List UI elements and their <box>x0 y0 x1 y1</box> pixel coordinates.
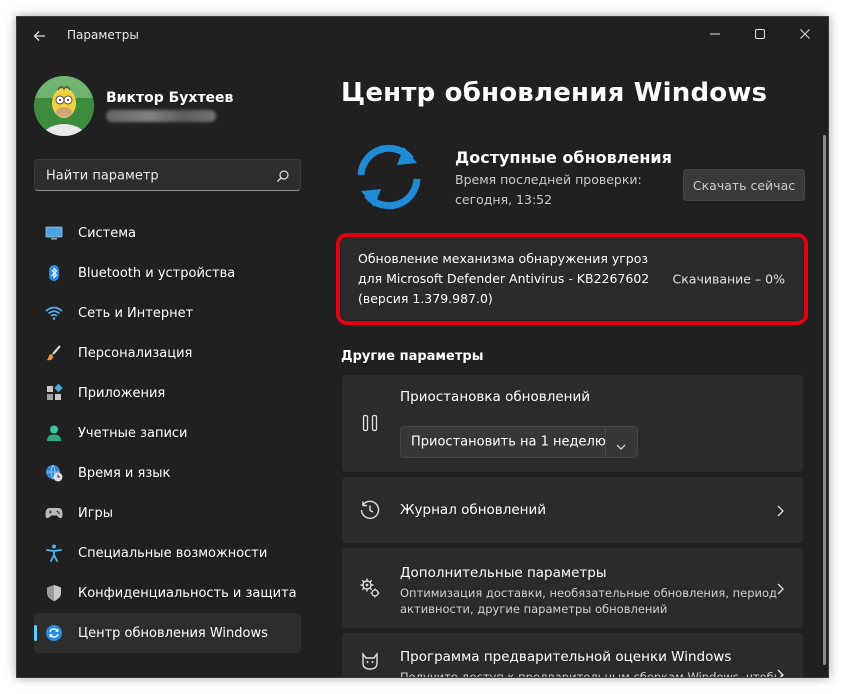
sidebar-item-label: Учетные записи <box>78 425 188 441</box>
sync-icon <box>349 141 429 213</box>
sidebar-item-label: Приложения <box>78 385 166 401</box>
sidebar-item-privacy[interactable]: Конфиденциальность и защита <box>34 573 301 613</box>
chevron-down-icon[interactable] <box>615 437 627 450</box>
sidebar-item-bluetooth[interactable]: Bluetooth и устройства <box>34 253 301 293</box>
last-check-label: Время последней проверки: <box>455 172 642 187</box>
page-title: Центр обновления Windows <box>341 78 768 108</box>
sidebar-item-label: Игры <box>78 505 114 521</box>
sidebar-item-personalization[interactable]: Персонализация <box>34 333 301 373</box>
windows-update-icon <box>45 624 63 642</box>
sidebar-item-time-language[interactable]: Время и язык <box>34 453 301 493</box>
sidebar-item-label: Сеть и Интернет <box>78 305 194 321</box>
globe-clock-icon <box>45 464 63 482</box>
avatar[interactable] <box>34 76 94 136</box>
bluetooth-icon <box>45 264 63 282</box>
title-bar: Параметры <box>17 17 828 53</box>
sidebar-item-label: Специальные возможности <box>78 545 268 561</box>
sidebar-item-windows-update[interactable]: Центр обновления Windows <box>34 613 301 653</box>
monitor-icon <box>45 224 63 242</box>
update-name-line-2: для Microsoft Defender Antivirus - KB226… <box>358 271 650 286</box>
sidebar-item-accounts[interactable]: Учетные записи <box>34 413 301 453</box>
sidebar-item-label: Конфиденциальность и защита <box>78 585 297 601</box>
sidebar-nav: Система Bluetooth и устройства Сеть и Ин… <box>34 213 301 653</box>
insider-cat-icon <box>358 649 382 673</box>
insider-program-card[interactable]: Программа предварительной оценки Windows… <box>342 633 803 678</box>
sidebar-item-label: Система <box>78 225 137 241</box>
sidebar-item-label: Bluetooth и устройства <box>78 265 236 281</box>
other-options-heading: Другие параметры <box>341 349 484 364</box>
pause-updates-card: Приостановка обновлений Приостановить на… <box>342 375 803 472</box>
sidebar-item-system[interactable]: Система <box>34 213 301 253</box>
accessibility-icon <box>45 544 63 562</box>
sidebar-item-network[interactable]: Сеть и Интернет <box>34 293 301 333</box>
sidebar-item-label: Время и язык <box>78 465 171 481</box>
shield-icon <box>45 584 63 602</box>
sidebar-item-label: Центр обновления Windows <box>78 625 268 641</box>
pause-duration-select[interactable]: Приостановить на 1 неделю <box>400 426 638 458</box>
update-item-card: Обновление механизма обнаружения угроз д… <box>336 233 808 325</box>
profile-email-blurred <box>106 110 216 122</box>
scrollbar[interactable] <box>823 135 826 665</box>
download-now-button[interactable]: Скачать сейчас <box>683 169 805 201</box>
search-input[interactable]: Найти параметр <box>34 159 301 191</box>
search-icon[interactable] <box>276 168 290 182</box>
last-check-value: сегодня, 13:52 <box>455 192 553 207</box>
window-title: Параметры <box>67 28 139 42</box>
pause-updates-title: Приостановка обновлений <box>400 389 591 405</box>
history-icon <box>358 498 382 522</box>
maximize-button[interactable] <box>737 17 782 51</box>
update-history-card[interactable]: Журнал обновлений <box>342 477 803 543</box>
chevron-right-icon <box>775 503 785 517</box>
sidebar-item-accessibility[interactable]: Специальные возможности <box>34 533 301 573</box>
close-button[interactable] <box>782 17 827 51</box>
chevron-right-icon <box>775 581 785 595</box>
sidebar-item-label: Персонализация <box>78 345 193 361</box>
update-download-status: Скачивание – 0% <box>672 271 786 287</box>
update-name-line-1: Обновление механизма обнаружения угроз <box>358 251 649 266</box>
chevron-right-icon <box>775 667 785 677</box>
insider-program-desc: Получите доступ к предварительным сборка… <box>400 670 783 678</box>
advanced-options-title: Дополнительные параметры <box>400 565 607 581</box>
person-icon <box>45 424 63 442</box>
update-name-line-3: (версия 1.379.987.0) <box>358 291 493 306</box>
wifi-icon <box>45 304 63 322</box>
gamepad-icon <box>45 504 63 522</box>
sidebar-item-gaming[interactable]: Игры <box>34 493 301 533</box>
pause-icon <box>358 411 382 435</box>
search-placeholder: Найти параметр <box>46 168 159 184</box>
insider-program-title: Программа предварительной оценки Windows <box>400 649 732 665</box>
minimize-button[interactable] <box>692 17 737 51</box>
advanced-options-desc-1: Оптимизация доставки, необязательные обн… <box>400 586 777 600</box>
back-arrow-icon[interactable] <box>29 25 51 47</box>
advanced-options-card[interactable]: Дополнительные параметры Оптимизация дос… <box>342 548 803 628</box>
brush-icon <box>45 344 63 362</box>
pause-duration-value: Приостановить на 1 неделю <box>411 434 606 450</box>
updates-status-title: Доступные обновления <box>455 148 672 167</box>
profile-name: Виктор Бухтеев <box>106 90 234 106</box>
dropdown-separator <box>605 427 606 457</box>
sidebar-item-apps[interactable]: Приложения <box>34 373 301 413</box>
apps-icon <box>45 384 63 402</box>
settings-window: Параметры Виктор Бухтеев Найти параметр <box>16 16 829 678</box>
update-history-title: Журнал обновлений <box>400 502 547 518</box>
gears-icon <box>358 576 382 600</box>
advanced-options-desc-2: активности, другие параметры обновлений <box>400 602 668 616</box>
